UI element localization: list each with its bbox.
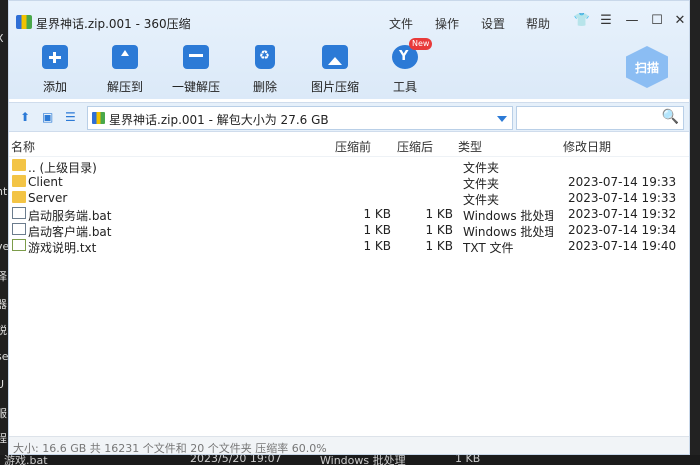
delete-icon <box>255 45 275 69</box>
scan-button[interactable]: 扫描 <box>626 46 668 88</box>
minimize-icon[interactable]: — <box>623 11 641 29</box>
file-original: 1 KB <box>425 223 453 237</box>
delete-label: 删除 <box>252 80 277 94</box>
background-left-strip: X nt ve 译 器 锐 se U 服 程 <box>0 0 8 465</box>
new-badge: New <box>409 38 433 50</box>
menu-icon[interactable]: ☰ <box>597 11 615 29</box>
column-type[interactable]: 类型 <box>458 138 482 155</box>
shirt-icon[interactable]: 👕 <box>573 11 591 29</box>
file-row[interactable]: .. (上级目录) 文件夹 <box>9 158 689 175</box>
file-row[interactable]: Client 文件夹 2023-07-14 19:33 <box>9 174 689 191</box>
add-icon <box>42 45 68 69</box>
file-name: Server <box>28 191 68 205</box>
maximize-icon[interactable]: ☐ <box>648 11 666 29</box>
bat-file-icon <box>12 207 26 219</box>
folder-icon <box>12 175 26 187</box>
bg-fragment: 锐 <box>0 324 7 337</box>
delete-button[interactable]: 删除 <box>233 41 297 95</box>
tools-button[interactable]: New 工具 <box>373 38 437 95</box>
one-key-extract-button[interactable]: 一键解压 <box>164 41 228 95</box>
column-original[interactable]: 压缩后 <box>397 138 433 155</box>
bg-fragment: nt <box>0 185 8 198</box>
address-row: ⬆ ▣ ☰ 星界神话.zip.001 - 解包大小为 27.6 GB 🔍 <box>9 102 689 132</box>
folder-icon <box>12 159 26 171</box>
extract-to-button[interactable]: 解压到 <box>93 41 157 95</box>
status-bar: 大小: 16.6 GB 共 16231 个文件和 20 个文件夹 压缩率 60.… <box>9 436 689 455</box>
list-view-icon[interactable]: ☰ <box>65 110 76 124</box>
file-row[interactable]: Server 文件夹 2023-07-14 19:33 <box>9 190 689 207</box>
bg-fragment: ve <box>0 240 8 253</box>
bg-fragment: Windows 批处理 <box>320 455 406 465</box>
column-header: 名称 压缩前 压缩后 类型 修改日期 <box>9 133 689 157</box>
bg-fragment: 游戏.bat <box>4 455 48 465</box>
image-compress-button[interactable]: 图片压缩 <box>303 41 367 95</box>
image-compress-label: 图片压缩 <box>310 80 359 94</box>
file-original: 1 KB <box>425 239 453 253</box>
background-bottom-strip: 游戏.bat 2023/5/20 19:07 Windows 批处理 1 KB <box>0 455 700 465</box>
tools-label: 工具 <box>392 80 417 94</box>
file-row[interactable]: 启动服务端.bat 1 KB 1 KB Windows 批处理... 2023-… <box>9 206 689 223</box>
extract-to-label: 解压到 <box>106 80 143 94</box>
file-date: 2023-07-14 19:34 <box>568 223 677 237</box>
menu-help[interactable]: 帮助 <box>526 15 550 32</box>
extract-icon <box>112 45 138 69</box>
file-list: .. (上级目录) 文件夹 Client 文件夹 2023-07-14 19:3… <box>9 158 689 255</box>
bg-fragment: 1 KB <box>455 455 481 465</box>
file-row[interactable]: 游戏说明.txt 1 KB 1 KB TXT 文件 2023-07-14 19:… <box>9 238 689 255</box>
bg-fragment: 程 <box>0 432 7 445</box>
scan-label: 扫描 <box>634 60 659 75</box>
one-key-extract-icon <box>183 45 209 69</box>
file-date: 2023-07-14 19:32 <box>568 207 677 221</box>
column-date[interactable]: 修改日期 <box>563 138 611 155</box>
menu-operation[interactable]: 操作 <box>435 15 459 32</box>
image-compress-icon <box>322 45 348 69</box>
file-row[interactable]: 启动客户端.bat 1 KB 1 KB Windows 批处理... 2023-… <box>9 222 689 239</box>
up-arrow-icon[interactable]: ⬆ <box>20 110 30 124</box>
bg-fragment: 服 <box>0 407 7 420</box>
file-original: 1 KB <box>425 207 453 221</box>
file-name: 游戏说明.txt <box>28 241 97 255</box>
txt-file-icon <box>12 239 26 251</box>
file-date: 2023-07-14 19:40 <box>568 239 677 253</box>
bg-fragment: se <box>0 350 8 363</box>
status-text: 大小: 16.6 GB 共 16231 个文件和 20 个文件夹 压缩率 60.… <box>13 442 327 455</box>
file-type: TXT 文件 <box>463 241 514 255</box>
add-button[interactable]: 添加 <box>23 41 87 95</box>
bat-file-icon <box>12 223 26 235</box>
background-right-strip <box>690 0 700 455</box>
one-key-extract-label: 一键解压 <box>171 80 220 94</box>
archive-path: 星界神话.zip.001 - 解包大小为 27.6 GB <box>109 113 329 127</box>
column-name[interactable]: 名称 <box>11 138 35 155</box>
bg-fragment: 2023/5/20 19:07 <box>190 455 282 465</box>
archive-icon <box>16 15 32 29</box>
menu-settings[interactable]: 设置 <box>481 15 505 32</box>
archive-window: 星界神话.zip.001 - 360压缩 文件 操作 设置 帮助 👕 ☰ — ☐… <box>8 0 690 455</box>
search-input[interactable]: 🔍 <box>516 106 684 130</box>
add-label: 添加 <box>42 80 67 94</box>
folder-icon <box>12 191 26 203</box>
close-icon[interactable]: ✕ <box>671 11 689 29</box>
grid-view-icon[interactable]: ▣ <box>42 110 53 124</box>
title-bar: 星界神话.zip.001 - 360压缩 文件 操作 设置 帮助 👕 ☰ — ☐… <box>9 1 689 99</box>
chevron-down-icon[interactable] <box>497 116 507 122</box>
bg-fragment: 译 <box>0 270 7 283</box>
menu-file[interactable]: 文件 <box>389 15 413 32</box>
address-bar[interactable]: 星界神话.zip.001 - 解包大小为 27.6 GB <box>87 106 513 130</box>
bg-fragment: U <box>0 378 5 391</box>
file-date: 2023-07-14 19:33 <box>568 191 677 205</box>
file-name: Client <box>28 175 63 189</box>
column-compressed[interactable]: 压缩前 <box>335 138 371 155</box>
bg-fragment: 器 <box>0 298 7 311</box>
bg-fragment: X <box>0 32 4 45</box>
file-date: 2023-07-14 19:33 <box>568 175 677 189</box>
window-title: 星界神话.zip.001 - 360压缩 <box>36 17 191 31</box>
search-icon[interactable]: 🔍 <box>662 109 679 125</box>
archive-file-icon <box>92 112 105 124</box>
